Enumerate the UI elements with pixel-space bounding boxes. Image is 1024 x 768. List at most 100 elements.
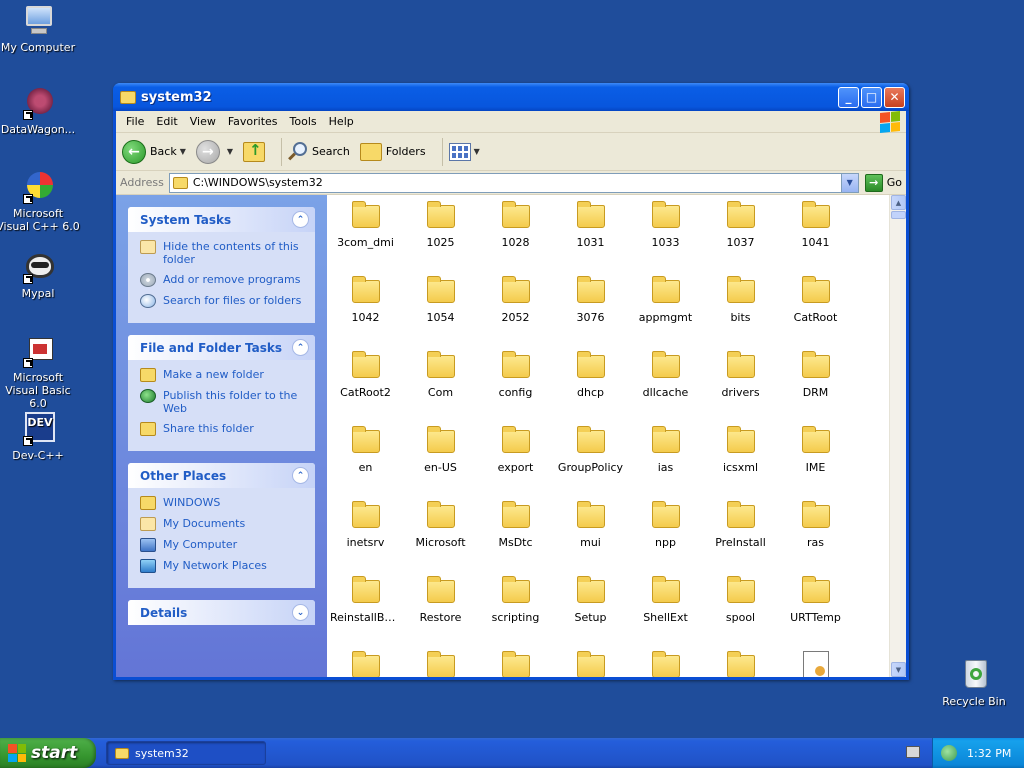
back-button[interactable]: ← Back ▼ xyxy=(122,139,186,164)
folder-item[interactable]: ReinstallBa... xyxy=(328,576,403,651)
folder-item[interactable]: en xyxy=(328,426,403,501)
link-add-remove-programs[interactable]: Add or remove programs xyxy=(140,273,307,287)
folder-item[interactable]: Com xyxy=(403,351,478,426)
up-folder-button[interactable]: ↑ xyxy=(243,141,266,162)
folder-item[interactable]: 3com_dmi xyxy=(328,201,403,276)
expand-icon[interactable]: ⌄ xyxy=(292,604,309,621)
link-search-files[interactable]: Search for files or folders xyxy=(140,294,307,308)
link-my-network-places[interactable]: My Network Places xyxy=(140,559,307,573)
folder-item[interactable]: scripting xyxy=(478,576,553,651)
folder-item[interactable]: Setup xyxy=(553,576,628,651)
folder-item[interactable]: 1025 xyxy=(403,201,478,276)
menu-view[interactable]: View xyxy=(184,113,222,130)
folder-item[interactable]: DRM xyxy=(778,351,853,426)
menu-tools[interactable]: Tools xyxy=(284,113,323,130)
desktop-icon-mypal[interactable]: Mypal xyxy=(0,250,80,300)
views-button[interactable]: ▼ xyxy=(448,142,480,161)
forward-button[interactable]: → ▼ xyxy=(195,139,233,164)
folder-item[interactable]: export xyxy=(478,426,553,501)
desktop-icon-dev-cpp[interactable]: DEV Dev-C++ xyxy=(0,412,80,462)
other-places-header[interactable]: Other Places ⌃ xyxy=(128,463,315,488)
folder-item[interactable] xyxy=(703,651,778,677)
file-folder-tasks-header[interactable]: File and Folder Tasks ⌃ xyxy=(128,335,315,360)
folder-item[interactable]: Microsoft xyxy=(403,501,478,576)
menu-help[interactable]: Help xyxy=(323,113,360,130)
minimize-button[interactable]: _ xyxy=(838,86,859,108)
folder-item[interactable]: dllcache xyxy=(628,351,703,426)
folder-item[interactable]: CatRoot xyxy=(778,276,853,351)
folder-item[interactable] xyxy=(403,651,478,677)
folder-item[interactable]: ias xyxy=(628,426,703,501)
folder-item[interactable]: 1041 xyxy=(778,201,853,276)
folder-item[interactable]: 1033 xyxy=(628,201,703,276)
folder-item[interactable]: icsxml xyxy=(703,426,778,501)
vertical-scrollbar[interactable]: ▲ ▼ xyxy=(889,195,906,677)
scroll-down-button[interactable]: ▼ xyxy=(891,662,906,677)
scroll-thumb[interactable] xyxy=(891,211,906,219)
folder-item[interactable]: drivers xyxy=(703,351,778,426)
desktop-icon-visual-basic[interactable]: Microsoft Visual Basic 6.0 xyxy=(0,334,80,410)
menu-file[interactable]: File xyxy=(120,113,150,130)
folder-item[interactable]: CatRoot2 xyxy=(328,351,403,426)
collapse-icon[interactable]: ⌃ xyxy=(292,211,309,228)
folder-item[interactable]: 1054 xyxy=(403,276,478,351)
folder-item[interactable]: dhcp xyxy=(553,351,628,426)
folder-item[interactable]: 1028 xyxy=(478,201,553,276)
go-button[interactable]: → Go xyxy=(864,173,902,192)
folder-item[interactable]: 3076 xyxy=(553,276,628,351)
search-button[interactable]: Search xyxy=(288,141,350,162)
chevron-down-icon[interactable]: ▼ xyxy=(227,147,233,156)
folder-item[interactable]: GroupPolicy xyxy=(553,426,628,501)
taskbar-button-system32[interactable]: system32 xyxy=(106,741,266,765)
folder-item[interactable]: ras xyxy=(778,501,853,576)
folder-item[interactable] xyxy=(628,651,703,677)
folder-item[interactable]: inetsrv xyxy=(328,501,403,576)
folder-item[interactable]: 1042 xyxy=(328,276,403,351)
scroll-up-button[interactable]: ▲ xyxy=(891,195,906,210)
link-share-folder[interactable]: Share this folder xyxy=(140,422,307,436)
folders-button[interactable]: Folders xyxy=(359,142,426,161)
link-hide-contents[interactable]: Hide the contents of this folder xyxy=(140,240,307,266)
collapse-icon[interactable]: ⌃ xyxy=(292,339,309,356)
folder-item[interactable]: appmgmt xyxy=(628,276,703,351)
folder-item[interactable] xyxy=(328,651,403,677)
desktop-icon-datawagon[interactable]: DataWagon... xyxy=(0,86,80,136)
folder-item[interactable]: 1037 xyxy=(703,201,778,276)
link-make-new-folder[interactable]: Make a new folder xyxy=(140,368,307,382)
details-header[interactable]: Details ⌄ xyxy=(128,600,315,625)
link-windows[interactable]: WINDOWS xyxy=(140,496,307,510)
folder-item[interactable] xyxy=(778,651,853,677)
collapse-icon[interactable]: ⌃ xyxy=(292,467,309,484)
folder-item[interactable]: config xyxy=(478,351,553,426)
desktop-icon-visual-cpp[interactable]: Microsoft Visual C++ 6.0 xyxy=(0,170,80,233)
folder-item[interactable]: spool xyxy=(703,576,778,651)
folder-item[interactable]: ShellExt xyxy=(628,576,703,651)
folder-item[interactable]: bits xyxy=(703,276,778,351)
system-tasks-header[interactable]: System Tasks ⌃ xyxy=(128,207,315,232)
menu-favorites[interactable]: Favorites xyxy=(222,113,284,130)
desktop-icon-recycle-bin[interactable]: Recycle Bin xyxy=(932,658,1016,708)
folder-item[interactable]: Restore xyxy=(403,576,478,651)
folder-item[interactable]: en-US xyxy=(403,426,478,501)
maximize-button[interactable]: □ xyxy=(861,86,882,108)
keyboard-icon[interactable] xyxy=(906,746,920,758)
close-button[interactable]: ✕ xyxy=(884,86,905,108)
folder-item[interactable]: PreInstall xyxy=(703,501,778,576)
menu-edit[interactable]: Edit xyxy=(150,113,183,130)
folder-item[interactable]: URTTemp xyxy=(778,576,853,651)
link-my-computer[interactable]: My Computer xyxy=(140,538,307,552)
title-bar[interactable]: system32 _ □ ✕ xyxy=(113,83,909,111)
chevron-down-icon[interactable]: ▼ xyxy=(180,147,186,156)
address-input[interactable]: C:\WINDOWS\system32 ▼ xyxy=(168,172,859,193)
desktop-icon-my-computer[interactable]: My Computer xyxy=(0,4,80,54)
folder-item[interactable]: IME xyxy=(778,426,853,501)
start-button[interactable]: start xyxy=(0,738,96,768)
folder-item[interactable]: MsDtc xyxy=(478,501,553,576)
folder-item[interactable]: 2052 xyxy=(478,276,553,351)
clock[interactable]: 1:32 PM xyxy=(967,747,1011,760)
tray-app-icon[interactable] xyxy=(941,745,957,761)
folder-item[interactable]: npp xyxy=(628,501,703,576)
folder-item[interactable]: 1031 xyxy=(553,201,628,276)
address-dropdown-button[interactable]: ▼ xyxy=(840,173,858,192)
folder-item[interactable]: mui xyxy=(553,501,628,576)
